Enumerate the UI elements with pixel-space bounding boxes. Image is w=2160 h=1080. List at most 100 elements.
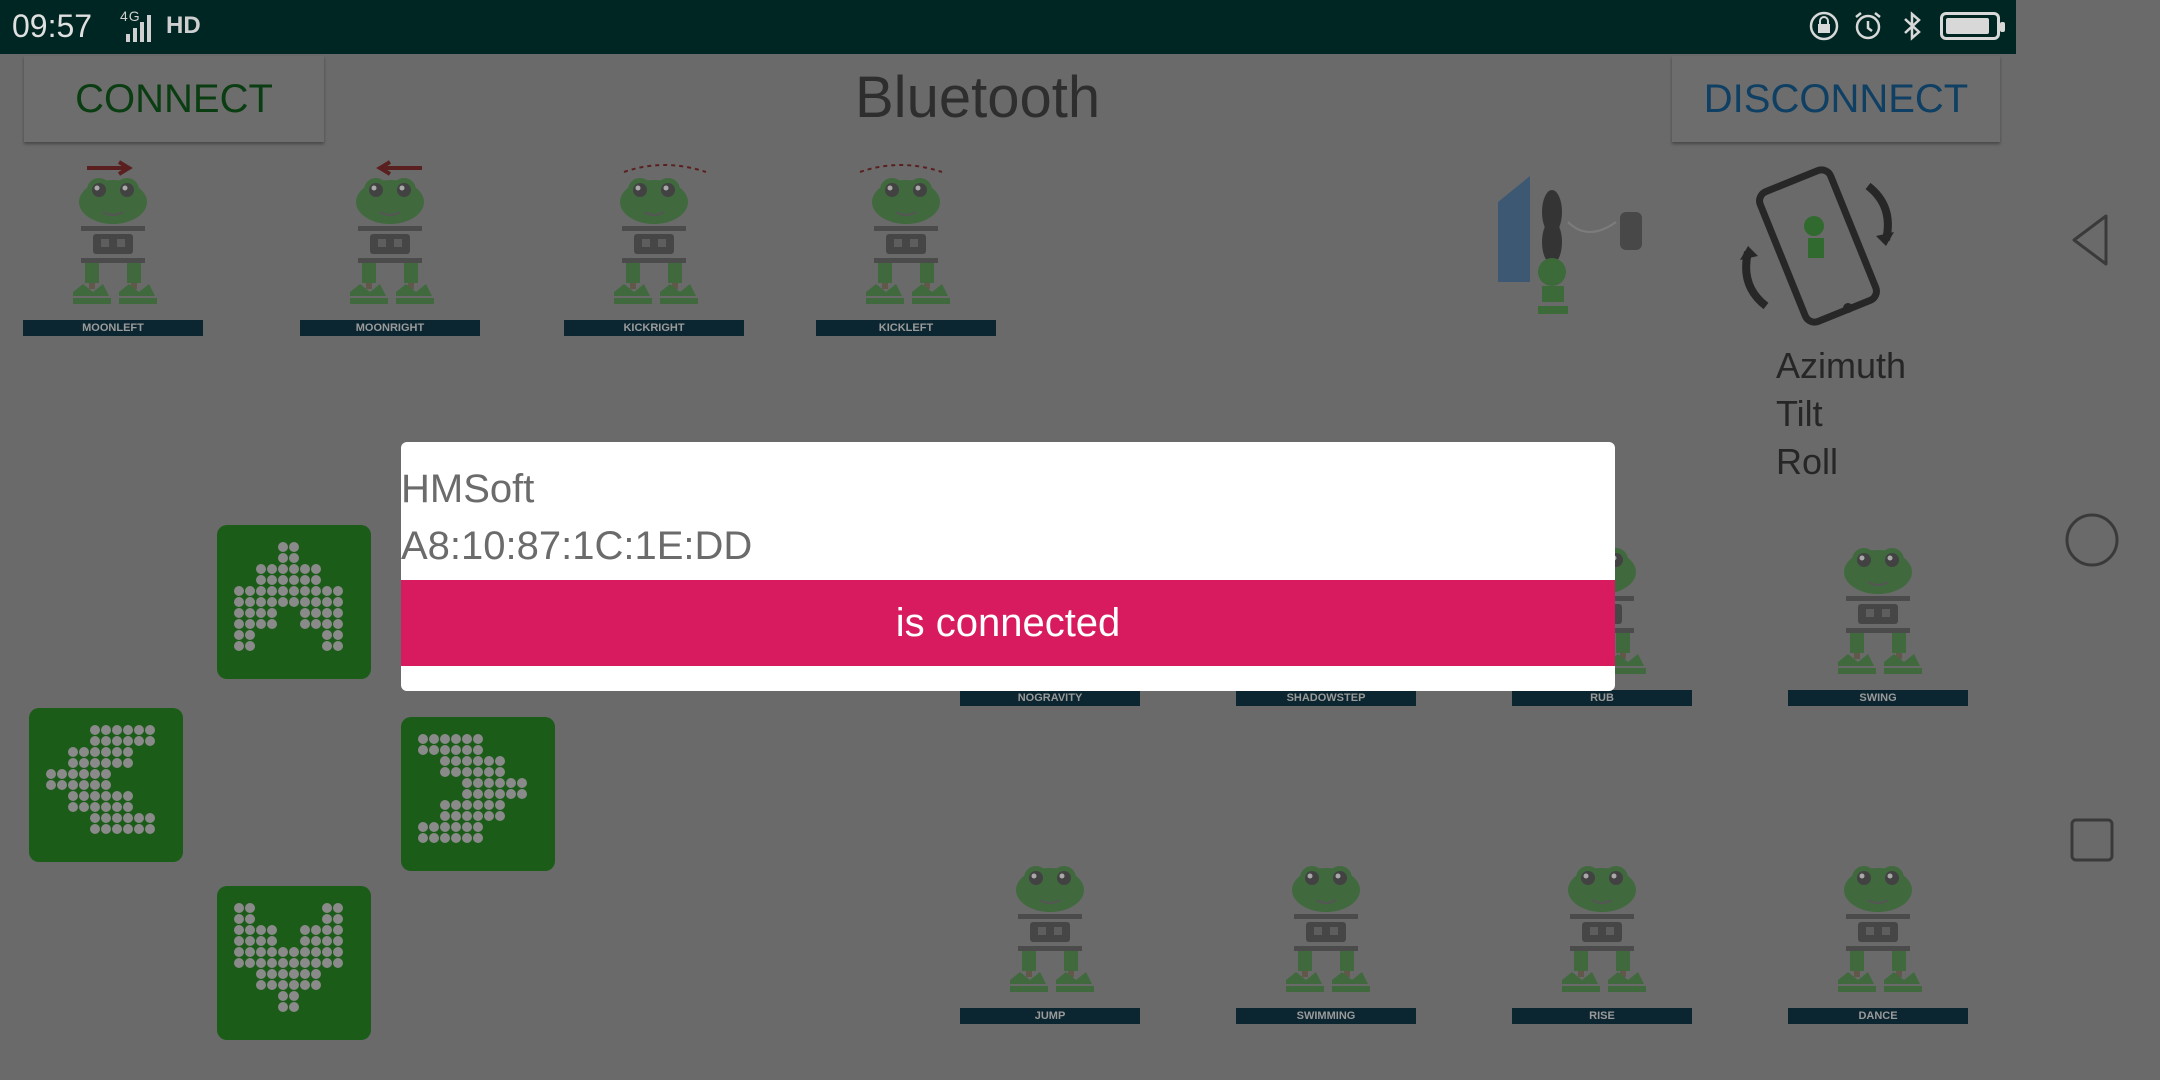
arrow-dot (57, 780, 67, 790)
arrow-dot (484, 789, 494, 799)
connection-status-banner[interactable]: is connected (401, 580, 1615, 666)
arrow-dot (278, 564, 288, 574)
arrow-dot (311, 586, 321, 596)
arrow-dot (495, 756, 505, 766)
move-swing-button[interactable]: SWING (1788, 530, 1968, 706)
arrow-dot (289, 564, 299, 574)
arrow-dot (267, 969, 277, 979)
disconnect-button[interactable]: DISCONNECT (1672, 56, 2000, 142)
arrow-right-icon (87, 160, 133, 176)
arrow-dot (267, 980, 277, 990)
arrow-dot (451, 800, 461, 810)
arrow-dot (311, 936, 321, 946)
arrow-dot (101, 780, 111, 790)
move-rise-button[interactable]: RISE (1512, 848, 1692, 1024)
arrow-dot (101, 769, 111, 779)
arrow-dot (451, 822, 461, 832)
arrow-dot (112, 758, 122, 768)
arrow-dot (256, 980, 266, 990)
arrow-dot (278, 586, 288, 596)
arrow-down-icon (234, 903, 343, 1012)
move-jump-button[interactable]: JUMP (960, 848, 1140, 1024)
move-label: NOGRAVITY (960, 690, 1140, 706)
arrow-dot (267, 608, 277, 618)
arrow-dot (234, 597, 244, 607)
move-label: SWIMMING (1236, 1008, 1416, 1024)
phone-rotation-icon[interactable] (1728, 156, 1908, 340)
bluetooth-icon (1904, 11, 1921, 41)
ultrasonic-sensor-icon[interactable] (1490, 172, 1650, 324)
arrow-dot (278, 553, 288, 563)
arrow-dot (245, 608, 255, 618)
move-dance-button[interactable]: DANCE (1788, 848, 1968, 1024)
arrow-dot (322, 597, 332, 607)
arrow-dot (267, 958, 277, 968)
arrow-dot (473, 833, 483, 843)
move-moonleft-button[interactable]: MOONLEFT (23, 160, 203, 336)
arrow-dot (234, 619, 244, 629)
arrow-dot (145, 736, 155, 746)
arrow-dot (256, 969, 266, 979)
arrow-dot (300, 564, 310, 574)
arrow-dot (112, 791, 122, 801)
arrow-dot (112, 725, 122, 735)
arrow-dot (300, 980, 310, 990)
arrow-dot (278, 991, 288, 1001)
arrow-dot (311, 958, 321, 968)
lock-rotation-icon (1809, 11, 1839, 41)
arrow-dot (300, 586, 310, 596)
back-nav-icon[interactable] (2062, 210, 2122, 270)
backward-button[interactable] (217, 886, 371, 1040)
arrow-dot (68, 758, 78, 768)
arrow-dot (256, 619, 266, 629)
arrow-dot (112, 747, 122, 757)
arrow-dot (429, 822, 439, 832)
arrow-dot (440, 822, 450, 832)
arrow-dot (322, 608, 332, 618)
arrow-dot (90, 780, 100, 790)
arrow-dot (495, 767, 505, 777)
move-swimming-button[interactable]: SWIMMING (1236, 848, 1416, 1024)
arrow-dot (451, 734, 461, 744)
arrow-left-icon (46, 725, 155, 834)
page-title: Bluetooth (855, 65, 1101, 130)
arrow-dot (311, 564, 321, 574)
recents-nav-icon[interactable] (2062, 810, 2122, 870)
arrow-dot (134, 736, 144, 746)
arrow-left-icon (376, 160, 422, 176)
arrow-dot (46, 780, 56, 790)
arrow-dot (90, 725, 100, 735)
move-label: JUMP (960, 1008, 1140, 1024)
arrow-dot (429, 734, 439, 744)
left-button[interactable] (29, 708, 183, 862)
arrow-dot (267, 575, 277, 585)
arrow-dot (333, 925, 343, 935)
connect-button[interactable]: CONNECT (24, 56, 324, 142)
arrow-dot (245, 641, 255, 651)
arrow-dot (79, 780, 89, 790)
arrow-dot (311, 597, 321, 607)
arrow-dot (418, 734, 428, 744)
arrow-dot (123, 824, 133, 834)
arrow-dot (123, 791, 133, 801)
arrow-dot (68, 780, 78, 790)
move-moonright-button[interactable]: MOONRIGHT (300, 160, 480, 336)
move-kickright-button[interactable]: KICKRIGHT (564, 160, 744, 336)
arrow-dot (278, 542, 288, 552)
arrow-dot (256, 947, 266, 957)
arrow-dot (473, 745, 483, 755)
arrow-dot (278, 575, 288, 585)
arrow-dot (245, 586, 255, 596)
arrow-dot (145, 824, 155, 834)
arrow-dot (451, 811, 461, 821)
arrow-dot (440, 811, 450, 821)
arrow-dot (289, 980, 299, 990)
arrow-dot (300, 925, 310, 935)
forward-button[interactable] (217, 525, 371, 679)
move-kickleft-button[interactable]: KICKLEFT (816, 160, 996, 336)
arrow-dot (123, 813, 133, 823)
right-button[interactable] (401, 717, 555, 871)
signal-icon (126, 15, 151, 42)
arrow-dot (311, 619, 321, 629)
home-nav-icon[interactable] (2062, 510, 2122, 570)
